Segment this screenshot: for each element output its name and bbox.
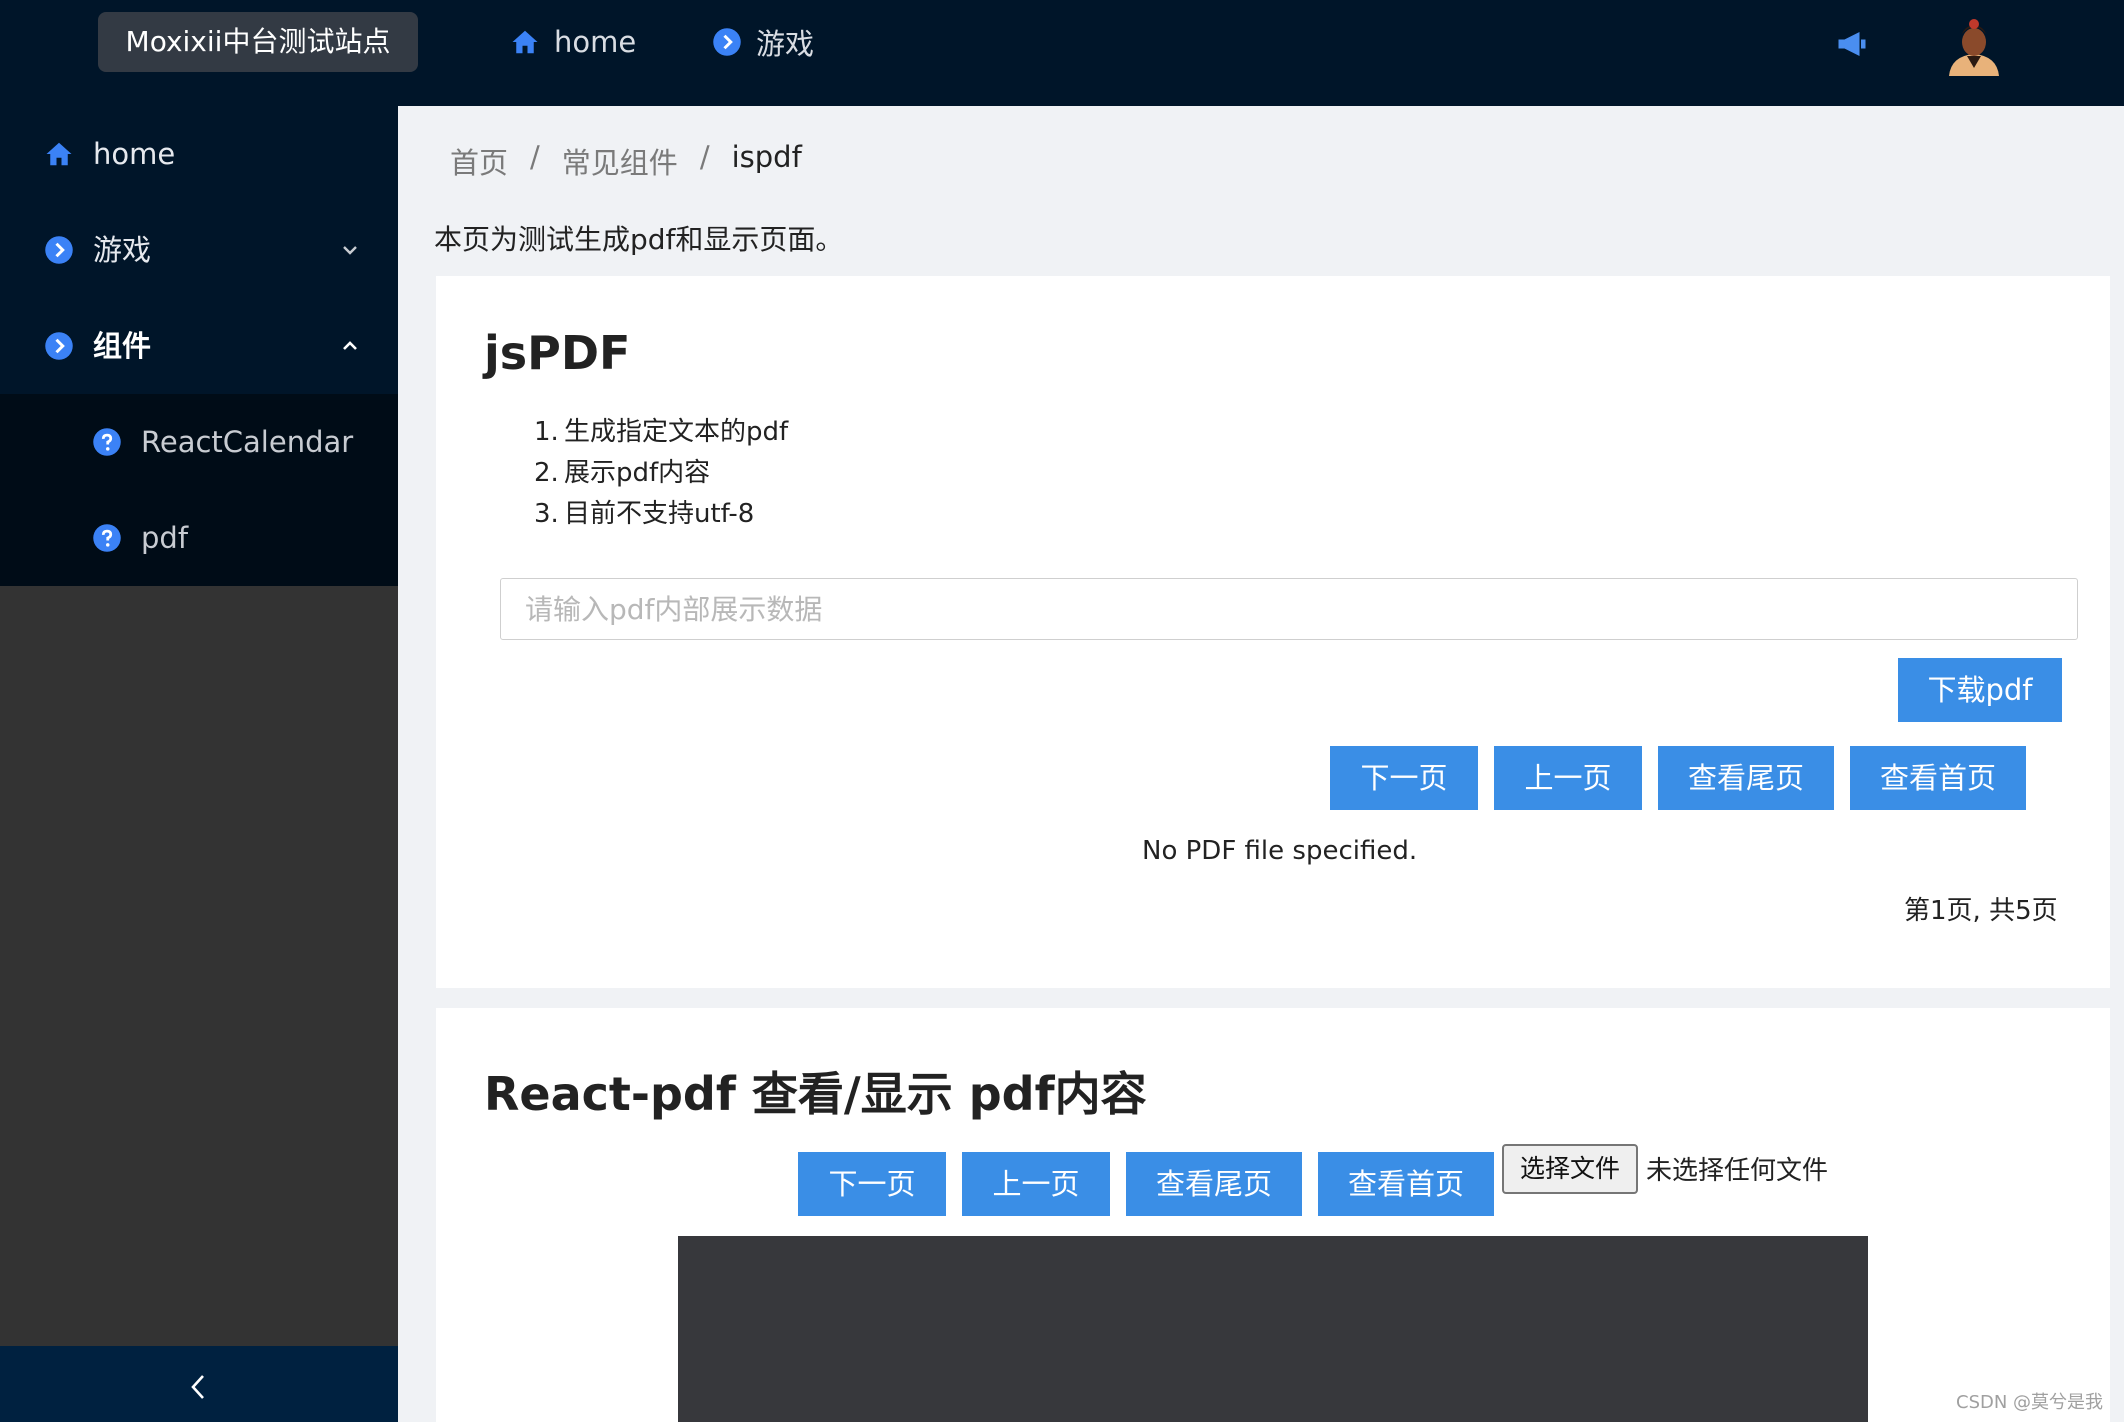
breadcrumb-current: ispdf [731, 140, 802, 174]
list-number: 2. [534, 458, 559, 488]
home-icon [46, 142, 72, 166]
sidebar-menu: home 游戏 组件 [0, 106, 398, 394]
jspdf-card: jsPDF 1. 生成指定文本的pdf 2. 展示pdf内容 3. 目前不支持utf-… [436, 276, 2110, 988]
megaphone-icon[interactable] [1834, 26, 1870, 62]
breadcrumb-components[interactable]: 常见组件 [562, 140, 678, 182]
file-status: 未选择任何文件 [1646, 1156, 1829, 1186]
list-item: 3. 目前不支持utf-8 [534, 494, 788, 535]
pdf-viewer[interactable] [678, 1236, 1868, 1422]
next-page-button[interactable]: 下一页 [798, 1152, 946, 1216]
breadcrumb-separator: / [699, 140, 710, 174]
avatar-icon[interactable] [1945, 16, 2003, 76]
sidebar-item-reactcalendar[interactable]: ReactCalendar [0, 394, 398, 490]
page-indicator: 第1页, 共5页 [1904, 896, 2058, 926]
list-text: 生成指定文本的pdf [564, 417, 789, 447]
play-circle-icon [713, 28, 741, 56]
topnav-home-label: home [554, 25, 637, 59]
sidebar-item-label: ReactCalendar [141, 425, 354, 459]
sidebar-item-components[interactable]: 组件 [0, 298, 398, 394]
breadcrumb-home[interactable]: 首页 [450, 140, 508, 182]
prev-page-button[interactable]: 上一页 [962, 1152, 1110, 1216]
reactpdf-card: React-pdf 查看/显示 pdf内容 下一页 上一页 查看尾页 查看首页 … [436, 1008, 2110, 1422]
play-circle-icon [45, 332, 73, 360]
home-icon [512, 30, 538, 54]
jspdf-title: jsPDF [484, 326, 631, 380]
top-header: Moxixii中台测试站点 home 游戏 [0, 0, 2124, 106]
list-number: 3. [534, 499, 559, 529]
page-intro: 本页为测试生成pdf和显示页面。 [434, 223, 844, 256]
sidebar-item-label: 组件 [93, 329, 152, 363]
topnav-home[interactable]: home [510, 0, 636, 84]
sidebar-item-games[interactable]: 游戏 [0, 202, 398, 298]
sidebar-collapse-button[interactable] [0, 1346, 398, 1422]
sidebar: home 游戏 组件 ReactCalendar pdf [0, 106, 398, 1422]
chevron-up-icon [343, 341, 357, 350]
watermark: CSDN @莫兮是我 [1956, 1392, 2104, 1413]
no-pdf-message: No PDF file specified. [1142, 836, 1418, 866]
next-page-button[interactable]: 下一页 [1330, 746, 1478, 810]
chevron-down-icon [343, 246, 357, 255]
topnav-game-label: 游戏 [756, 27, 815, 61]
question-circle-icon [93, 524, 121, 552]
pdf-content-input[interactable] [500, 578, 2078, 640]
list-text: 目前不支持utf-8 [564, 499, 755, 529]
first-page-button[interactable]: 查看首页 [1318, 1152, 1494, 1216]
first-page-button[interactable]: 查看首页 [1850, 746, 2026, 810]
list-item: 2. 展示pdf内容 [534, 453, 788, 494]
list-number: 1. [534, 417, 559, 447]
sidebar-item-home[interactable]: home [0, 106, 398, 202]
topnav-game[interactable]: 游戏 [712, 0, 814, 84]
sidebar-submenu: ReactCalendar pdf [0, 394, 398, 586]
breadcrumb-separator: / [530, 140, 540, 174]
choose-file-button[interactable]: 选择文件 [1502, 1144, 1638, 1194]
reactpdf-title: React-pdf 查看/显示 pdf内容 [484, 1067, 1147, 1121]
sidebar-item-label: home [93, 137, 176, 171]
prev-page-button[interactable]: 上一页 [1494, 746, 1642, 810]
last-page-button[interactable]: 查看尾页 [1126, 1152, 1302, 1216]
chevron-left-icon [191, 1375, 204, 1399]
sidebar-item-label: pdf [141, 521, 189, 555]
breadcrumb: 首页 / 常见组件 / ispdf [450, 140, 802, 182]
list-item: 1. 生成指定文本的pdf [534, 412, 788, 453]
play-circle-icon [45, 236, 73, 264]
jspdf-feature-list: 1. 生成指定文本的pdf 2. 展示pdf内容 3. 目前不支持utf-8 [534, 412, 788, 535]
sidebar-item-pdf[interactable]: pdf [0, 490, 398, 586]
download-pdf-button[interactable]: 下载pdf [1898, 658, 2062, 722]
site-title[interactable]: Moxixii中台测试站点 [98, 12, 418, 72]
last-page-button[interactable]: 查看尾页 [1658, 746, 1834, 810]
question-circle-icon [93, 428, 121, 456]
list-text: 展示pdf内容 [564, 458, 711, 488]
sidebar-item-label: 游戏 [93, 233, 152, 267]
